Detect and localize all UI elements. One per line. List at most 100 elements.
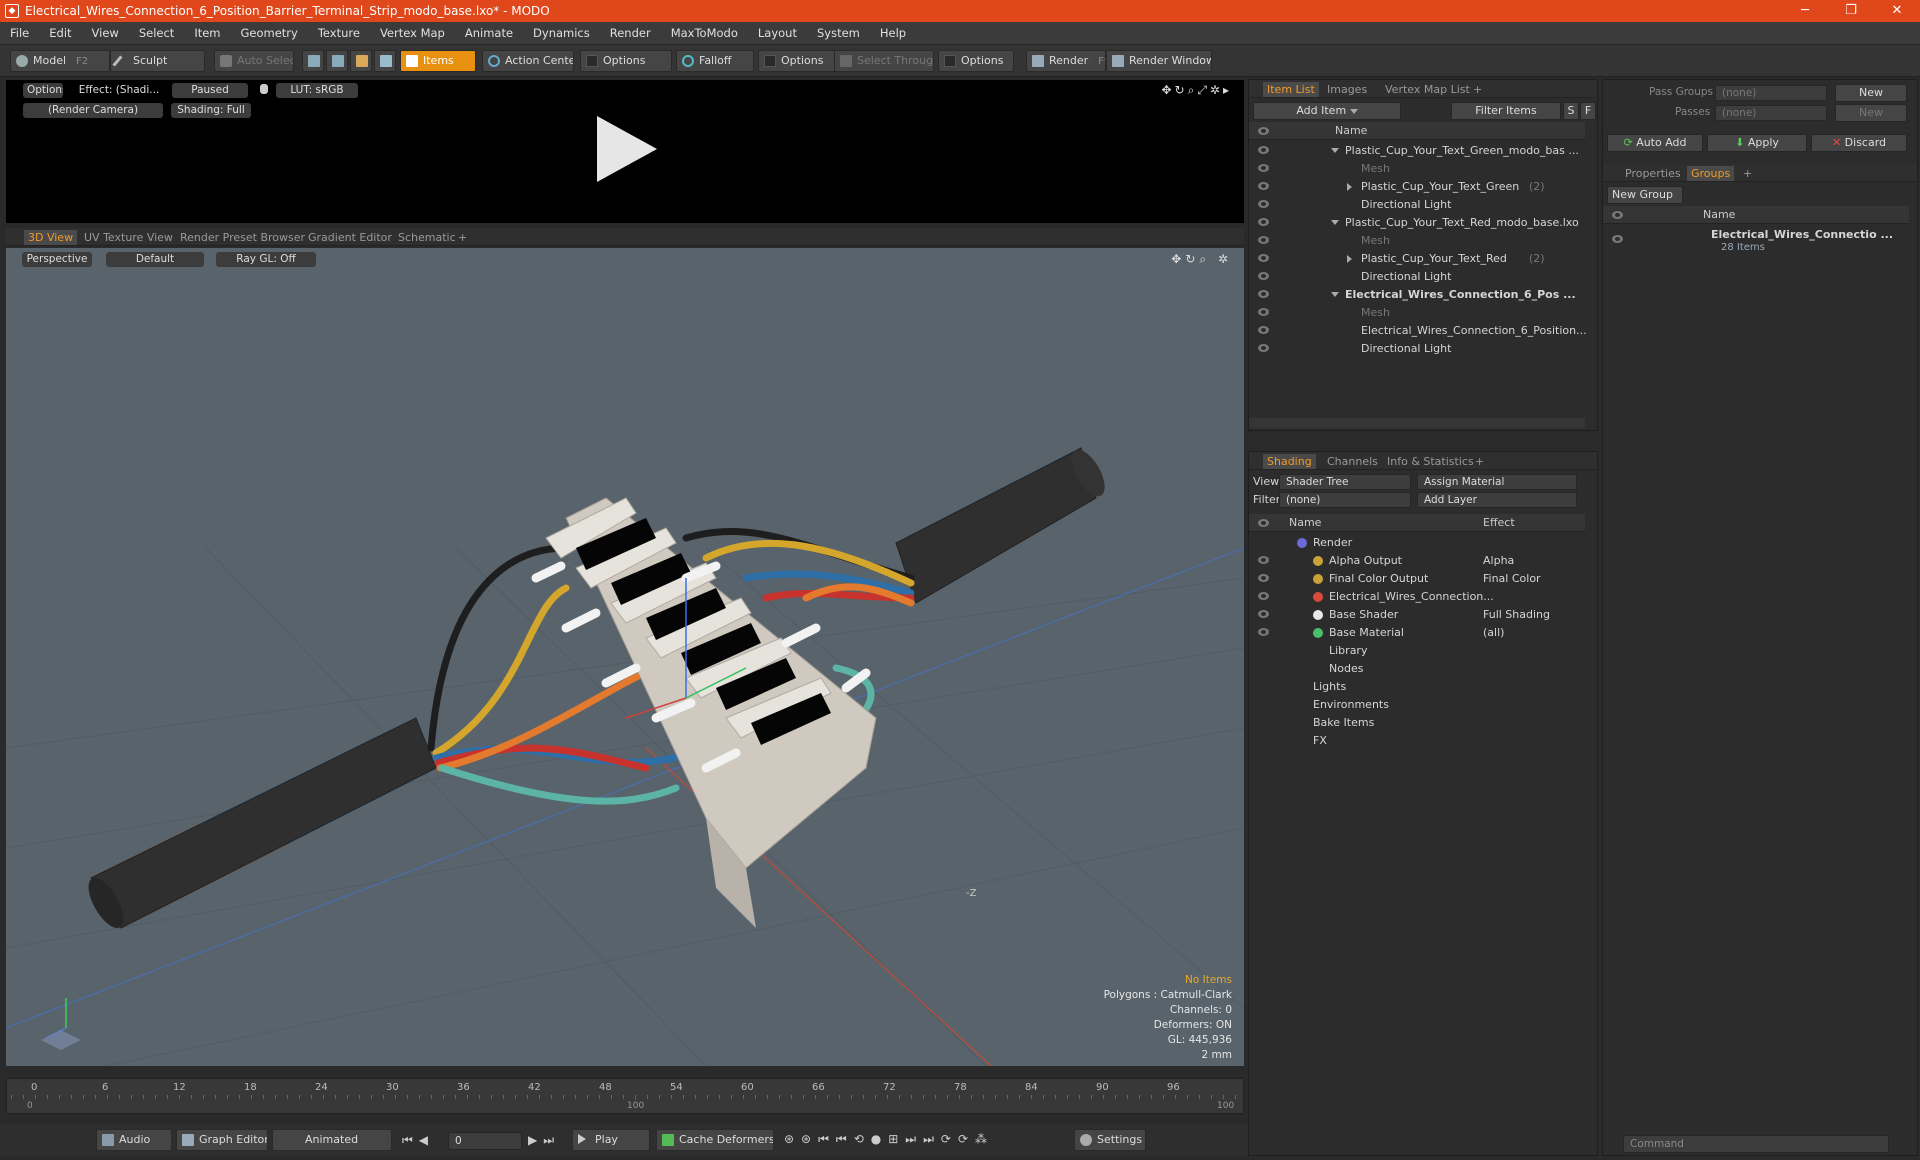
apply-button[interactable]: ⬇ Apply <box>1707 134 1807 152</box>
menu-geometry[interactable]: Geometry <box>231 26 308 40</box>
item-row[interactable]: Directional Light <box>1249 340 1585 358</box>
play-render-icon[interactable] <box>592 114 662 184</box>
shader-row[interactable]: Library <box>1249 642 1585 660</box>
item-row[interactable]: Plastic_Cup_Your_Text_Green (2) <box>1249 178 1585 196</box>
eye-icon[interactable] <box>1258 164 1269 172</box>
expand-arrow-icon[interactable] <box>1331 292 1339 297</box>
eye-icon[interactable] <box>1258 556 1269 564</box>
shader-row[interactable]: Base Shader Full Shading <box>1249 606 1585 624</box>
cache-deformers-button[interactable]: Cache Deformers <box>656 1129 774 1151</box>
lut-dropdown[interactable]: LUT: sRGB <box>276 83 358 98</box>
menu-texture[interactable]: Texture <box>308 26 370 40</box>
group-row[interactable]: Electrical_Wires_Connectio ... 28 Items <box>1603 226 1909 258</box>
raygl-toggle[interactable]: Ray GL: Off <box>216 252 316 267</box>
animated-dropdown[interactable]: Animated <box>272 1129 392 1151</box>
new-pass-group-button[interactable]: New <box>1835 84 1907 102</box>
action-center-options-button[interactable]: Options <box>580 50 672 72</box>
shader-row[interactable]: Alpha Output Alpha <box>1249 552 1585 570</box>
add-tab-button[interactable]: + <box>1739 166 1756 181</box>
add-tab-button[interactable]: + <box>1469 82 1486 97</box>
action-center-button[interactable]: Action Center <box>482 50 574 72</box>
items-mode-button[interactable]: Items <box>400 50 476 72</box>
menu-item[interactable]: Item <box>184 26 230 40</box>
item-row[interactable]: Electrical_Wires_Connection_6_Pos ... <box>1249 286 1585 304</box>
shader-row[interactable]: Final Color Output Final Color <box>1249 570 1585 588</box>
shader-effect[interactable]: Final Color <box>1483 570 1541 588</box>
item-row[interactable]: Plastic_Cup_Your_Text_Red_modo_base.lxo <box>1249 214 1585 232</box>
item-row[interactable]: Electrical_Wires_Connection_6_Position..… <box>1249 322 1587 340</box>
key-tools-icons[interactable]: ⊛⊛⏮⏮⟲●⊞⏭⏭⟳⟳⁂ <box>784 1132 994 1147</box>
menu-maxtomodo[interactable]: MaxToModo <box>661 26 748 40</box>
auto-add-button[interactable]: ⟳ Auto Add <box>1607 134 1703 152</box>
edges-mode-button[interactable] <box>326 50 348 72</box>
transport-rewind-icons[interactable]: ⏮◀ <box>402 1133 434 1148</box>
collapse-arrow-icon[interactable] <box>1347 183 1352 191</box>
menu-system[interactable]: System <box>807 26 870 40</box>
preview-effect-dropdown[interactable]: Effect: (Shadi... <box>74 83 164 98</box>
close-button[interactable]: ✕ <box>1874 0 1920 22</box>
sculpt-mode-button[interactable]: Sculpt <box>110 50 205 72</box>
add-item-dropdown[interactable]: Add Item <box>1253 102 1401 120</box>
graph-editor-button[interactable]: Graph Editor <box>176 1129 268 1151</box>
render-window-button[interactable]: Render Window <box>1106 50 1212 72</box>
eye-icon[interactable] <box>1258 574 1269 582</box>
menu-render[interactable]: Render <box>600 26 661 40</box>
perspective-dropdown[interactable]: Perspective <box>22 252 92 267</box>
preview-options-button[interactable]: Options <box>23 83 63 98</box>
item-row[interactable]: Mesh <box>1249 304 1585 322</box>
menu-layout[interactable]: Layout <box>748 26 807 40</box>
assign-material-dropdown[interactable]: Assign Material <box>1417 474 1577 490</box>
item-list-scrollbar[interactable] <box>1249 418 1585 428</box>
menu-file[interactable]: File <box>0 26 39 40</box>
camera-dropdown[interactable]: (Render Camera) <box>23 103 163 118</box>
tab-render-preset-browser[interactable]: Render Preset Browser <box>176 230 309 245</box>
frame-input[interactable]: 0 <box>448 1132 522 1150</box>
item-row[interactable]: Plastic_Cup_Your_Text_Red (2) <box>1249 250 1585 268</box>
item-row[interactable]: Mesh <box>1249 232 1585 250</box>
default-style-dropdown[interactable]: Default <box>106 252 204 267</box>
menu-dynamics[interactable]: Dynamics <box>523 26 600 40</box>
eye-icon[interactable] <box>1258 592 1269 600</box>
tab-info-statistics[interactable]: Info & Statistics <box>1383 454 1478 469</box>
shader-row[interactable]: Lights <box>1249 678 1585 696</box>
shader-row[interactable]: Bake Items <box>1249 714 1585 732</box>
new-pass-button[interactable]: New <box>1835 104 1907 122</box>
discard-button[interactable]: ✕ Discard <box>1811 134 1907 152</box>
tab-channels[interactable]: Channels <box>1323 454 1382 469</box>
pass-groups-dropdown[interactable]: (none) <box>1715 85 1827 101</box>
polygons-mode-button[interactable] <box>350 50 372 72</box>
eye-icon[interactable] <box>1258 344 1269 352</box>
settings-button[interactable]: Settings <box>1074 1129 1146 1151</box>
minimize-button[interactable]: ─ <box>1782 0 1828 22</box>
shader-row[interactable]: Base Material (all) <box>1249 624 1585 642</box>
eye-icon[interactable] <box>1258 308 1269 316</box>
restore-button[interactable]: ❐ <box>1828 0 1874 22</box>
menu-view[interactable]: View <box>82 26 129 40</box>
render-button[interactable]: RenderF9 <box>1026 50 1106 72</box>
tab-item-list[interactable]: Item List <box>1263 82 1319 97</box>
eye-icon[interactable] <box>1258 326 1269 334</box>
menu-edit[interactable]: Edit <box>39 26 81 40</box>
filter-items-input[interactable]: Filter Items <box>1451 102 1561 120</box>
tab-gradient-editor[interactable]: Gradient Editor <box>304 230 396 245</box>
eye-icon[interactable] <box>1258 610 1269 618</box>
item-row[interactable]: Directional Light <box>1249 196 1585 214</box>
3d-viewport[interactable]: Perspective Default Ray GL: Off ✥↻⌕ ✲ -Z… <box>6 248 1244 1066</box>
falloff-options-button[interactable]: Options <box>758 50 838 72</box>
transport-forward-icons[interactable]: ▶⏭ <box>528 1133 560 1148</box>
shader-row[interactable]: FX <box>1249 732 1585 750</box>
expand-arrow-icon[interactable] <box>1331 220 1339 225</box>
eye-icon[interactable] <box>1258 254 1269 262</box>
model-mode-button[interactable]: Model F2 <box>10 50 110 72</box>
filter-f-button[interactable]: F <box>1580 102 1596 120</box>
shader-row[interactable]: Nodes <box>1249 660 1585 678</box>
eye-icon[interactable] <box>1258 290 1269 298</box>
eye-icon[interactable] <box>1258 628 1269 636</box>
shader-row[interactable]: Electrical_Wires_Connection... <box>1249 588 1585 606</box>
vertices-mode-button[interactable] <box>302 50 324 72</box>
tab-schematic[interactable]: Schematic <box>394 230 460 245</box>
shader-effect[interactable]: (all) <box>1483 624 1504 642</box>
add-layer-dropdown[interactable]: Add Layer <box>1417 492 1577 508</box>
eye-icon[interactable] <box>1258 272 1269 280</box>
shading-dropdown[interactable]: Shading: Full <box>171 103 251 118</box>
